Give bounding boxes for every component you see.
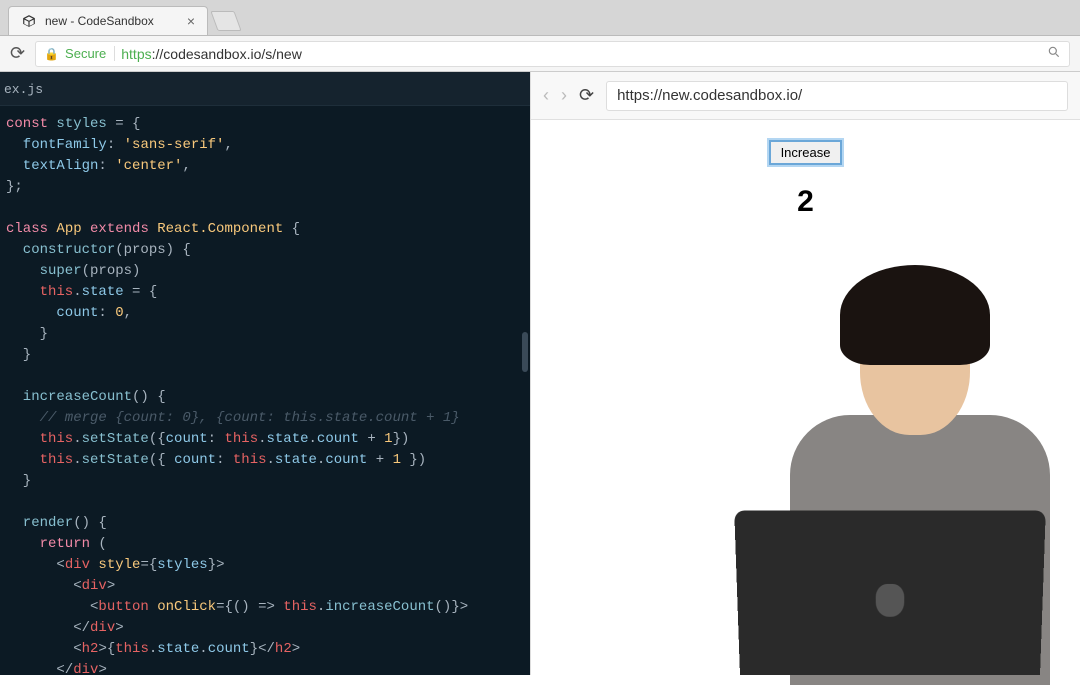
editor-file-tab[interactable]: ex.js [0,72,530,106]
preview-content: Increase 2 [531,120,1080,675]
editor-scrollbar[interactable] [522,332,528,372]
url-text: https://codesandbox.io/s/new [121,46,302,62]
close-tab-icon[interactable]: × [187,13,195,29]
codesandbox-favicon-icon [21,13,37,29]
preview-reload-icon[interactable]: ⟳ [579,85,594,106]
secure-label: Secure [65,46,115,61]
code-content[interactable]: const styles = { fontFamily: 'sans-serif… [0,106,530,675]
forward-icon[interactable]: › [561,85,567,106]
counter-display: 2 [531,185,1080,219]
back-icon[interactable]: ‹ [543,85,549,106]
browser-address-bar: ⟳ 🔒 Secure https://codesandbox.io/s/new [0,36,1080,72]
preview-nav-bar: ‹ › ⟳ https://new.codesandbox.io/ [531,72,1080,120]
new-tab-button[interactable] [210,11,241,31]
code-editor-pane[interactable]: ex.js const styles = { fontFamily: 'sans… [0,72,530,675]
increase-button[interactable]: Increase [769,140,843,165]
browser-tab[interactable]: new - CodeSandbox × [8,6,208,35]
workspace: ex.js const styles = { fontFamily: 'sans… [0,72,1080,675]
reload-icon[interactable]: ⟳ [10,43,25,64]
tab-title: new - CodeSandbox [45,14,154,28]
browser-tab-strip: new - CodeSandbox × [0,0,1080,36]
preview-url-input[interactable]: https://new.codesandbox.io/ [606,81,1068,111]
preview-pane: ‹ › ⟳ https://new.codesandbox.io/ Increa… [530,72,1080,675]
search-icon[interactable] [1047,45,1061,62]
lock-icon: 🔒 [44,47,59,61]
url-input[interactable]: 🔒 Secure https://codesandbox.io/s/new [35,41,1070,67]
